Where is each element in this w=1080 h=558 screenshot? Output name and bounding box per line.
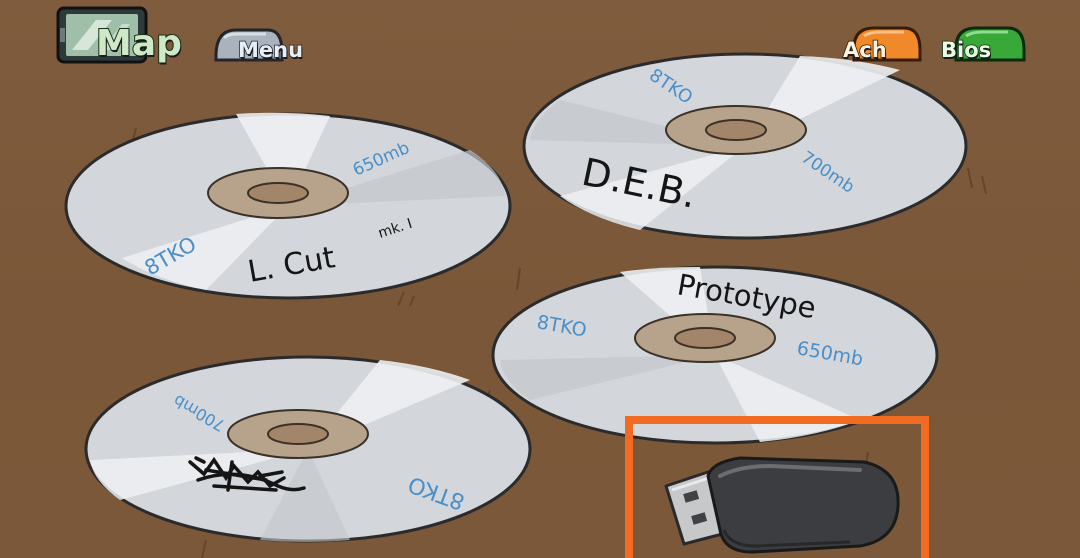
game-scene: 650mb 8TKO L. Cut mk. I 8TKO 700mb D.E.B… <box>0 0 1080 558</box>
bios-button[interactable]: Bios <box>938 26 1028 66</box>
map-label: Map <box>95 23 183 64</box>
bios-label: Bios <box>940 38 992 62</box>
menu-button[interactable]: Menu <box>212 26 308 66</box>
selection-highlight <box>625 416 929 558</box>
map-button[interactable]: Map <box>56 6 184 70</box>
ach-label: Ach <box>842 38 887 62</box>
achievements-button[interactable]: Ach <box>840 26 924 66</box>
menu-label: Menu <box>237 38 304 62</box>
